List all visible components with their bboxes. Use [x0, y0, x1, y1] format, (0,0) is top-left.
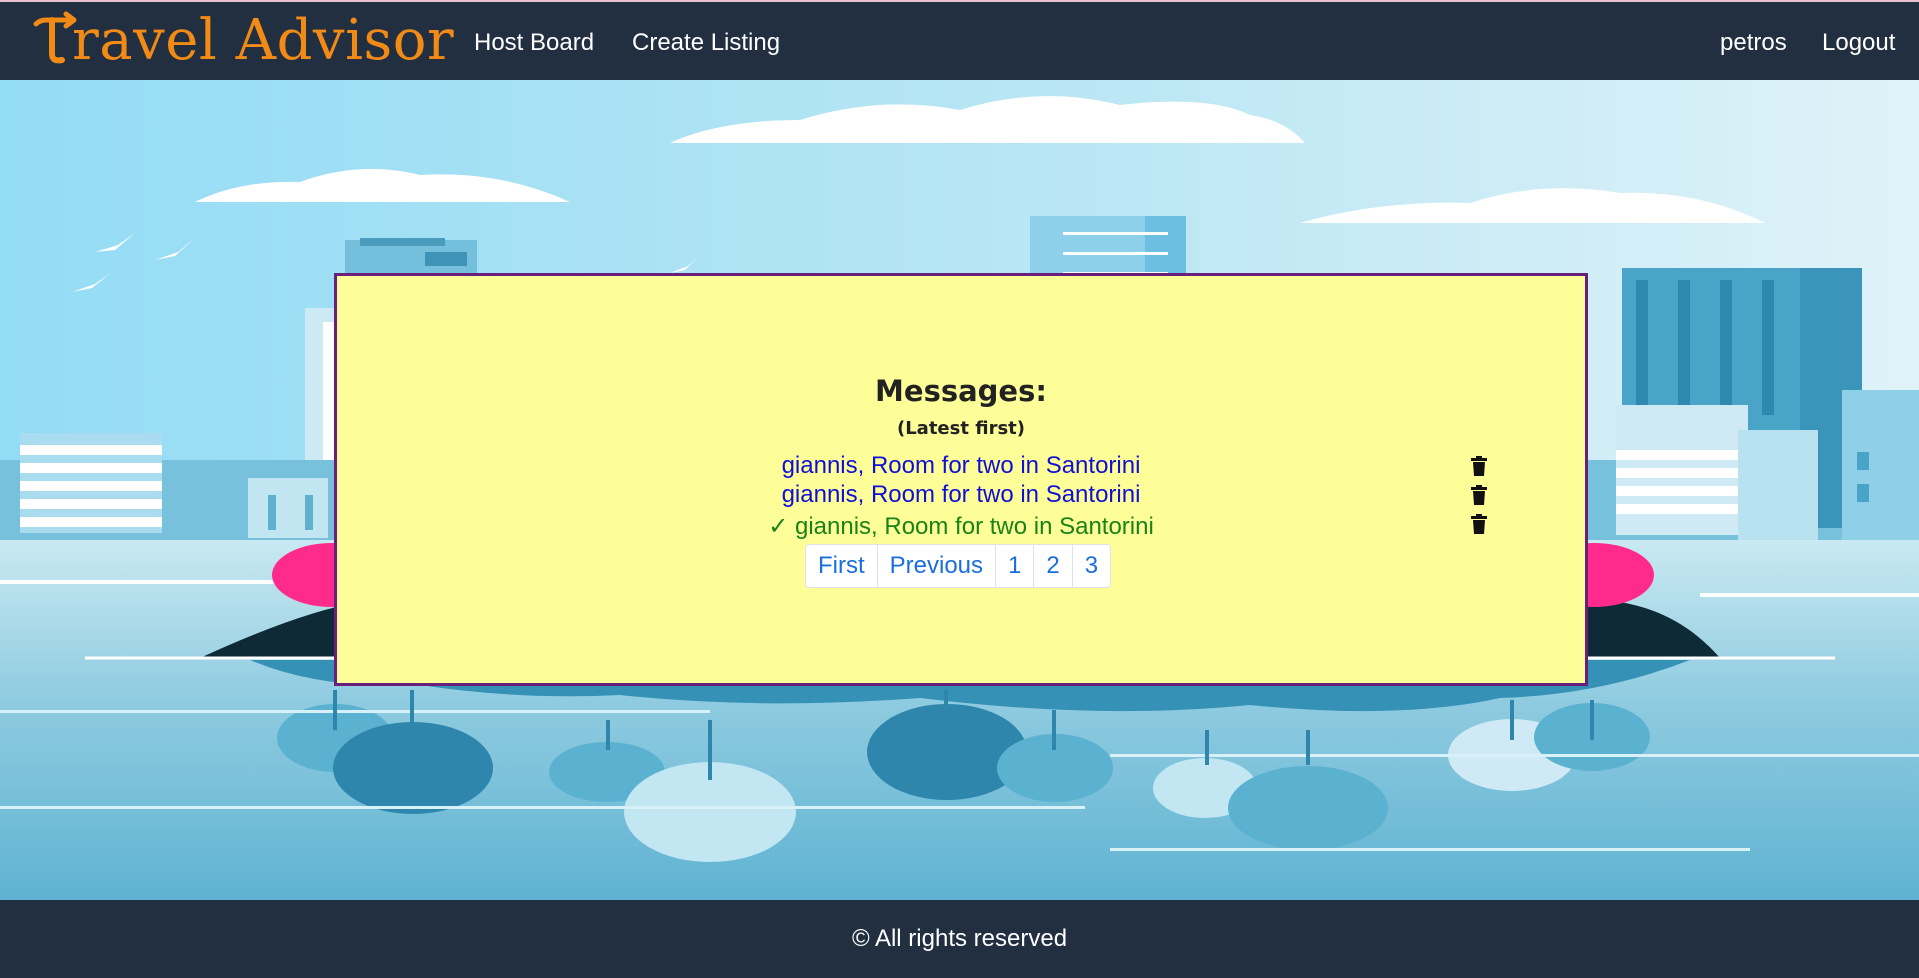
page-previous-button[interactable]: Previous	[876, 545, 995, 587]
page-1-button[interactable]: 1	[995, 545, 1033, 587]
top-navbar: ravel Advisor Host Board Create Listing …	[0, 0, 1919, 80]
arrow-T-logo-icon	[32, 10, 80, 70]
message-text: giannis, Room for two in Santorini	[794, 513, 1154, 540]
footer: © All rights reserved	[0, 900, 1919, 978]
logout-link[interactable]: Logout	[1822, 2, 1895, 82]
message-text: giannis, Room for two in Santorini	[781, 452, 1141, 479]
trash-icon[interactable]	[1471, 514, 1487, 534]
message-link[interactable]: giannis, Room for two in Santorini	[337, 481, 1585, 509]
messages-panel: Messages: (Latest first) giannis, Room f…	[334, 273, 1588, 686]
messages-subtitle: (Latest first)	[896, 418, 1025, 439]
pagination: First Previous 1 2 3	[805, 544, 1112, 588]
messages-title: Messages:	[875, 374, 1047, 408]
brand-text: ravel Advisor	[72, 7, 455, 73]
trash-icon[interactable]	[1471, 485, 1487, 505]
nav-host-board[interactable]: Host Board	[474, 2, 594, 82]
nav-username[interactable]: petros	[1720, 2, 1787, 82]
page-2-button[interactable]: 2	[1033, 545, 1071, 587]
page-first-button[interactable]: First	[806, 545, 877, 587]
message-link-read[interactable]: ✓ giannis, Room for two in Santorini	[337, 512, 1585, 541]
message-text: giannis, Room for two in Santorini	[781, 481, 1141, 508]
brand-logo-link[interactable]: ravel Advisor	[32, 7, 455, 73]
message-link[interactable]: giannis, Room for two in Santorini	[337, 452, 1585, 480]
footer-copyright: © All rights reserved	[851, 925, 1068, 952]
page-3-button[interactable]: 3	[1071, 545, 1110, 587]
checkmark-icon: ✓	[768, 512, 789, 540]
trash-icon[interactable]	[1471, 456, 1487, 476]
nav-create-listing[interactable]: Create Listing	[632, 2, 780, 82]
